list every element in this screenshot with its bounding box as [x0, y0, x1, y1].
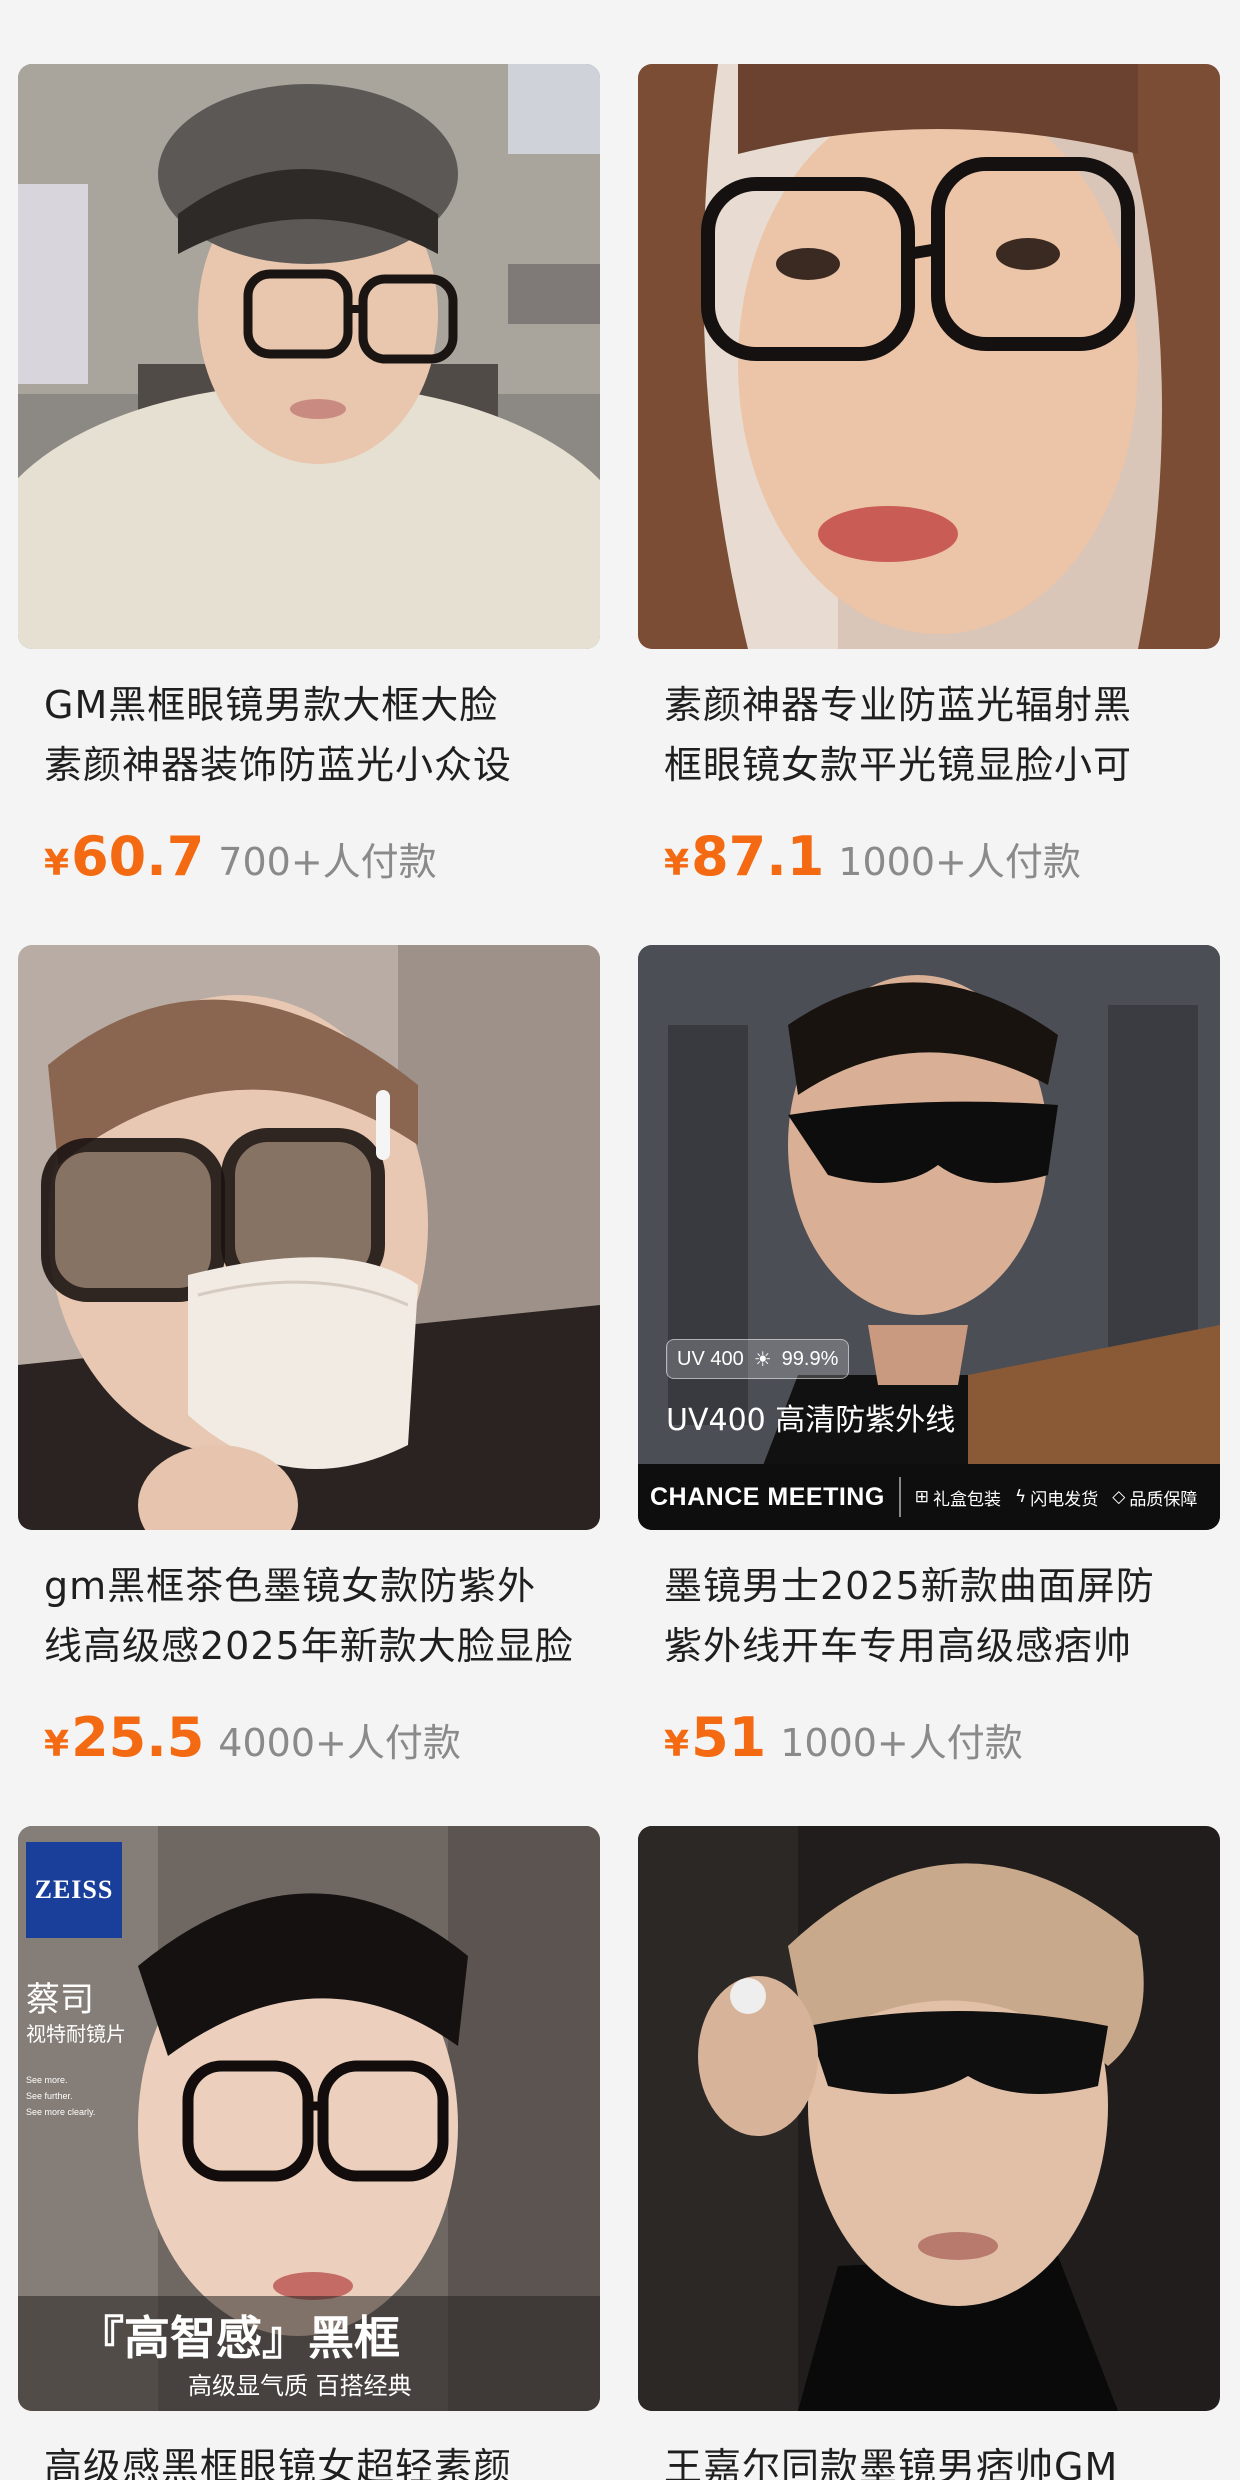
product-title[interactable]: 高级感黑框眼镜女超轻素颜: [18, 2437, 600, 2480]
brand-sub: 视特耐镜片: [26, 2022, 126, 2046]
product-title-line: 高级感黑框眼镜女超轻素颜: [44, 2445, 513, 2480]
uv-percent: 99.9%: [781, 1347, 839, 1370]
divider: [898, 1477, 901, 1517]
product-title-line: gm黑框茶色墨镜女款防紫外: [44, 1564, 537, 1608]
product-title-line: 素颜神器专业防蓝光辐射黑: [664, 683, 1133, 727]
product-card[interactable]: GM黑框眼镜男款大框大脸 素颜神器装饰防蓝光小众设 ¥60.7 700+人付款: [18, 64, 600, 888]
currency-symbol: ¥: [44, 843, 70, 884]
uv-headline: UV400 高清防紫外线: [666, 1403, 956, 1438]
product-image[interactable]: [638, 1826, 1220, 2411]
product-image[interactable]: [18, 64, 600, 649]
currency-symbol: ¥: [664, 843, 690, 884]
price-row: ¥87.1 1000+人付款: [638, 825, 1220, 888]
feature-item: ⊞ 礼盒包装: [915, 1485, 1001, 1510]
lightning-icon: ϟ: [1015, 1487, 1027, 1507]
product-image[interactable]: ZEISS 蔡司 视特耐镜片 See more. See further. Se…: [18, 1826, 600, 2411]
feature-bar: CHANCE MEETING ⊞ 礼盒包装 ϟ 闪电发货 ◇ 品质保障: [638, 1464, 1220, 1530]
price-value: 51: [691, 1706, 767, 1769]
uv-label: UV 400: [677, 1347, 744, 1370]
price-row: ¥25.5 4000+人付款: [18, 1706, 600, 1769]
product-grid: GM黑框眼镜男款大框大脸 素颜神器装饰防蓝光小众设 ¥60.7 700+人付款: [0, 0, 1240, 2480]
feature-label: 品质保障: [1129, 1489, 1198, 1510]
sold-count: 700+人付款: [218, 840, 437, 884]
product-title[interactable]: 墨镜男士2025新款曲面屏防 紫外线开车专用高级感痞帅: [638, 1556, 1220, 1676]
promo-banner: 『高智感』黑框: [78, 2311, 400, 2365]
feature-label: 礼盒包装: [933, 1489, 1002, 1510]
product-title[interactable]: GM黑框眼镜男款大框大脸 素颜神器装饰防蓝光小众设: [18, 675, 600, 795]
tagline-line: See further.: [26, 2091, 73, 2101]
price: ¥51: [664, 1706, 766, 1769]
product-title[interactable]: 王嘉尔同款墨镜男痞帅GM: [638, 2437, 1220, 2480]
currency-symbol: ¥: [44, 1724, 70, 1765]
tagline-line: See more.: [26, 2075, 68, 2085]
product-title[interactable]: gm黑框茶色墨镜女款防紫外 线高级感2025年新款大脸显脸: [18, 1556, 600, 1676]
price: ¥87.1: [664, 825, 824, 888]
product-card[interactable]: 素颜神器专业防蓝光辐射黑 框眼镜女款平光镜显脸小可 ¥87.1 1000+人付款: [638, 64, 1220, 888]
product-image[interactable]: [18, 945, 600, 1530]
product-image[interactable]: UV 400 ☀ 99.9% UV400 高清防紫外线 CHANCE MEETI…: [638, 945, 1220, 1530]
currency-symbol: ¥: [664, 1724, 690, 1765]
price-value: 25.5: [71, 1706, 205, 1769]
product-card[interactable]: ZEISS 蔡司 视特耐镜片 See more. See further. Se…: [18, 1826, 600, 2480]
brand-name: CHANCE MEETING: [650, 1482, 885, 1511]
uv-rating-chip: UV 400 ☀ 99.9%: [666, 1339, 850, 1379]
diamond-icon: ◇: [1112, 1487, 1126, 1507]
sold-count: 1000+人付款: [780, 1721, 1023, 1765]
product-image[interactable]: [638, 64, 1220, 649]
zeiss-logo: ZEISS: [26, 1842, 122, 1938]
price-value: 60.7: [71, 825, 205, 888]
product-title-line: 墨镜男士2025新款曲面屏防: [664, 1564, 1155, 1608]
feature-item: ◇ 品质保障: [1112, 1485, 1197, 1510]
product-title-line: 王嘉尔同款墨镜男痞帅GM: [664, 2445, 1119, 2480]
product-title-line: 框眼镜女款平光镜显脸小可: [664, 743, 1133, 787]
tagline: See more. See further. See more clearly.: [26, 2072, 95, 2120]
product-title[interactable]: 素颜神器专业防蓝光辐射黑 框眼镜女款平光镜显脸小可: [638, 675, 1220, 795]
price: ¥25.5: [44, 1706, 204, 1769]
feature-label: 闪电发货: [1030, 1489, 1099, 1510]
product-title-line: GM黑框眼镜男款大框大脸: [44, 683, 499, 727]
promo-banner-sub: 高级显气质 百搭经典: [188, 2372, 412, 2400]
price-value: 87.1: [691, 825, 825, 888]
price-row: ¥51 1000+人付款: [638, 1706, 1220, 1769]
price: ¥60.7: [44, 825, 204, 888]
feature-item: ϟ 闪电发货: [1015, 1485, 1098, 1510]
sold-count: 4000+人付款: [218, 1721, 461, 1765]
product-card[interactable]: gm黑框茶色墨镜女款防紫外 线高级感2025年新款大脸显脸 ¥25.5 4000…: [18, 945, 600, 1769]
tagline-line: See more clearly.: [26, 2107, 96, 2117]
product-card[interactable]: UV 400 ☀ 99.9% UV400 高清防紫外线 CHANCE MEETI…: [638, 945, 1220, 1769]
product-title-line: 紫外线开车专用高级感痞帅: [664, 1624, 1133, 1668]
product-title-line: 素颜神器装饰防蓝光小众设: [44, 743, 513, 787]
sold-count: 1000+人付款: [838, 840, 1081, 884]
product-title-line: 线高级感2025年新款大脸显脸: [44, 1624, 574, 1668]
price-row: ¥60.7 700+人付款: [18, 825, 600, 888]
brand-cn: 蔡司: [26, 1980, 94, 2020]
sun-icon: ☀: [753, 1348, 772, 1371]
gift-icon: ⊞: [914, 1487, 930, 1507]
product-card[interactable]: 王嘉尔同款墨镜男痞帅GM: [638, 1826, 1220, 2480]
